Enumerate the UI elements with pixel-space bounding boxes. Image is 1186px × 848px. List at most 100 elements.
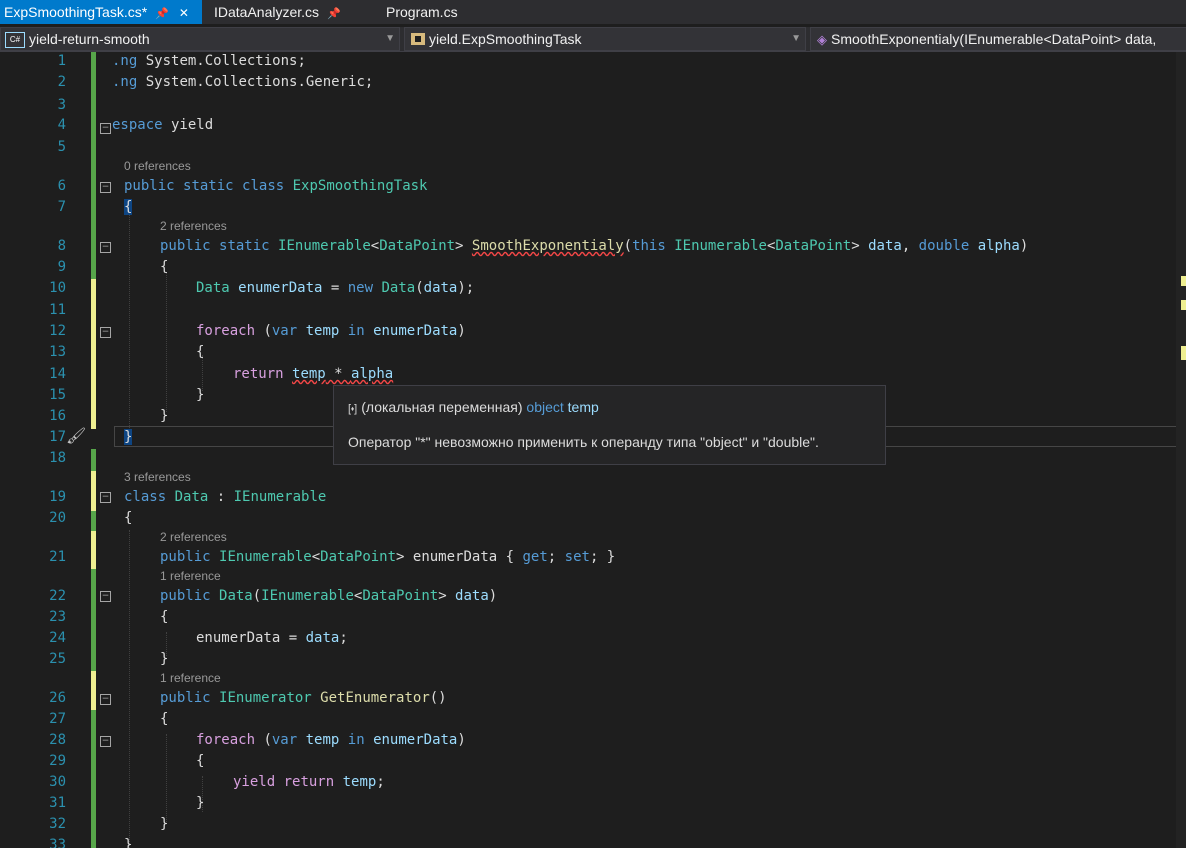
- line-number: 19: [49, 489, 66, 505]
- code-line: }: [124, 837, 133, 848]
- indent-guide: [166, 734, 167, 822]
- chevron-down-icon: ▼: [385, 33, 395, 44]
- line-number: 21: [49, 549, 66, 565]
- code-line: espace yield: [112, 117, 214, 133]
- change-marker-saved: [91, 569, 96, 671]
- codelens-references[interactable]: 3 references: [124, 470, 191, 484]
- line-number: 29: [49, 753, 66, 769]
- tab-label: ExpSmoothingTask.cs*: [4, 4, 148, 20]
- indent-guide: [129, 530, 130, 848]
- change-marker-unsaved: [91, 671, 96, 710]
- codelens-references[interactable]: 1 reference: [160, 569, 221, 583]
- code-line: public IEnumerator GetEnumerator(): [160, 690, 447, 706]
- line-number: 17: [49, 429, 66, 445]
- line-number: 25: [49, 651, 66, 667]
- tab-program[interactable]: Program.cs: [386, 0, 486, 24]
- pin-icon[interactable]: 📌: [327, 8, 341, 20]
- line-number: 4: [57, 117, 66, 133]
- glyph-margin: [0, 52, 22, 848]
- line-number: 14: [49, 366, 66, 382]
- project-name: yield-return-smooth: [29, 31, 150, 47]
- tab-idataanalyzer[interactable]: IDataAnalyzer.cs 📌: [206, 0, 352, 24]
- line-number: 32: [49, 816, 66, 832]
- chevron-down-icon: ▼: [791, 33, 801, 44]
- collapse-toggle[interactable]: −: [100, 182, 111, 193]
- line-number: 8: [57, 238, 66, 254]
- scrollbar-change-marker: [1181, 300, 1186, 310]
- code-line: public static IEnumerable<DataPoint> Smo…: [160, 238, 1029, 254]
- pin-icon[interactable]: 📌: [155, 8, 169, 20]
- member-name: SmoothExponentialy(IEnumerable<DataPoint…: [831, 31, 1157, 47]
- change-marker-saved: [91, 710, 96, 848]
- line-number: 20: [49, 510, 66, 526]
- line-number: 16: [49, 408, 66, 424]
- line-number: 15: [49, 387, 66, 403]
- member-dropdown[interactable]: ◈ SmoothExponentialy(IEnumerable<DataPoin…: [810, 27, 1186, 51]
- code-line: }: [160, 651, 169, 667]
- codelens-references[interactable]: 0 references: [124, 159, 191, 173]
- code-line: Data enumerData = new Data(data);: [196, 280, 475, 296]
- code-line: class Data : IEnumerable: [124, 489, 327, 505]
- line-number: 12: [49, 323, 66, 339]
- tab-expsmoothingtask[interactable]: ExpSmoothingTask.cs* 📌 ✕: [0, 0, 202, 24]
- collapse-toggle[interactable]: −: [100, 242, 111, 253]
- collapse-toggle[interactable]: −: [100, 123, 111, 134]
- code-line: return temp * alpha: [233, 366, 394, 382]
- line-number: 33: [49, 837, 66, 848]
- tab-label: Program.cs: [386, 4, 458, 20]
- code-line: {: [196, 753, 205, 769]
- quick-action-brush-icon[interactable]: 🖌: [66, 426, 86, 445]
- line-number: 24: [49, 630, 66, 646]
- code-line: {: [160, 609, 169, 625]
- close-icon[interactable]: ✕: [179, 6, 189, 20]
- codelens-references[interactable]: 1 reference: [160, 671, 221, 685]
- csharp-project-icon: C#: [5, 32, 25, 49]
- change-marker-saved: [91, 92, 96, 279]
- change-marker-unsaved: [91, 471, 96, 511]
- project-dropdown[interactable]: C# yield-return-smooth ▼: [0, 27, 400, 51]
- code-line: {: [160, 711, 169, 727]
- line-number: 28: [49, 732, 66, 748]
- change-marker-saved: [91, 511, 96, 531]
- code-line: {: [124, 510, 133, 526]
- collapse-toggle[interactable]: −: [100, 492, 111, 503]
- class-icon: [411, 33, 425, 46]
- method-icon: ◈: [817, 32, 827, 47]
- class-dropdown[interactable]: yield.ExpSmoothingTask ▼: [404, 27, 806, 51]
- line-number: 10: [49, 280, 66, 296]
- variable-temp[interactable]: temp: [292, 366, 326, 382]
- code-line: yield return temp;: [233, 774, 385, 790]
- line-number: 23: [49, 609, 66, 625]
- line-number: 27: [49, 711, 66, 727]
- code-line: enumerData = data;: [196, 630, 348, 646]
- collapse-toggle[interactable]: −: [100, 327, 111, 338]
- line-number: 31: [49, 795, 66, 811]
- line-number: 11: [49, 302, 66, 318]
- navigation-bar: C# yield-return-smooth ▼ yield.ExpSmoothi…: [0, 27, 1186, 52]
- change-marker-unsaved: [91, 279, 96, 429]
- scrollbar-change-marker: [1181, 276, 1186, 286]
- tooltip-signature: [⬪] (локальная переменная) object temp: [348, 399, 599, 415]
- class-name: yield.ExpSmoothingTask: [429, 31, 582, 47]
- line-number: 2: [57, 74, 66, 90]
- vertical-scrollbar[interactable]: [1176, 52, 1186, 848]
- collapse-toggle[interactable]: −: [100, 694, 111, 705]
- collapse-toggle[interactable]: −: [100, 591, 111, 602]
- code-line: public Data(IEnumerable<DataPoint> data): [160, 588, 498, 604]
- change-marker-saved: [91, 52, 96, 92]
- line-number: 18: [49, 450, 66, 466]
- indent-guide: [166, 272, 167, 412]
- line-number: 13: [49, 344, 66, 360]
- line-number: 22: [49, 588, 66, 604]
- collapse-toggle[interactable]: −: [100, 736, 111, 747]
- codelens-references[interactable]: 2 references: [160, 530, 227, 544]
- line-number: 30: [49, 774, 66, 790]
- tooltip-error-message: Оператор "*" невозможно применить к опер…: [348, 434, 819, 450]
- code-line: {: [196, 344, 205, 360]
- line-number: 5: [57, 139, 66, 155]
- quick-info-tooltip: [⬪] (локальная переменная) object temp Оп…: [333, 385, 886, 465]
- codelens-references[interactable]: 2 references: [160, 219, 227, 233]
- code-line: {: [160, 259, 169, 275]
- line-number: 6: [57, 178, 66, 194]
- code-line: public IEnumerable<DataPoint> enumerData…: [160, 549, 616, 565]
